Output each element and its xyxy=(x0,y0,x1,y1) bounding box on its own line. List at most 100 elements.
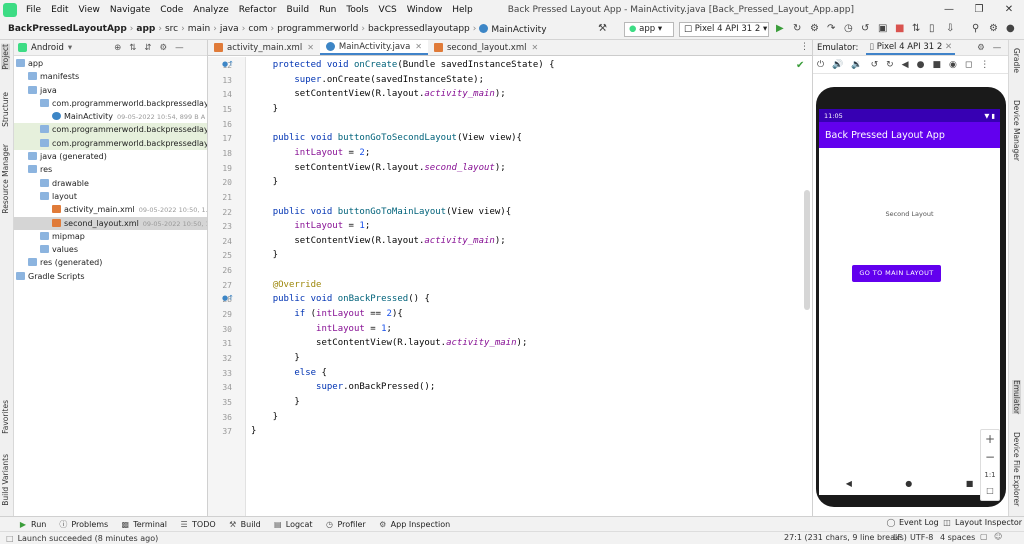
editor-scrollbar[interactable] xyxy=(804,190,810,310)
inspector-icon[interactable]: ☺ xyxy=(994,532,1002,541)
tab-structure[interactable]: Structure xyxy=(1,92,10,127)
tab-second-layout-xml[interactable]: second_layout.xml ✕ xyxy=(428,40,544,55)
tab-activity-main-xml[interactable]: activity_main.xml ✕ xyxy=(208,40,320,55)
breadcrumb-class[interactable]: MainActivity xyxy=(476,23,549,35)
sdk-manager-icon[interactable]: ⇩ xyxy=(946,23,954,34)
apply-changes-icon[interactable]: ↺ xyxy=(861,23,869,34)
overview-icon[interactable]: ■ xyxy=(966,479,974,488)
tree-item[interactable]: MainActivity09-05-2022 10:54, 899 B A mi… xyxy=(14,110,207,123)
device-dropdown[interactable]: □ Pixel 4 API 31 2 ▾ xyxy=(679,22,769,37)
tree-item[interactable]: java (generated) xyxy=(14,150,207,163)
zoom-out-icon[interactable]: − xyxy=(981,448,999,466)
fit-screen-icon[interactable]: □ xyxy=(981,484,999,498)
breadcrumb-com[interactable]: com xyxy=(245,24,270,34)
tab-favorites[interactable]: Favorites xyxy=(1,400,10,434)
zoom-in-icon[interactable]: + xyxy=(981,430,999,448)
tree-item[interactable]: second_layout.xml09-05-2022 10:50, 1.21 … xyxy=(14,216,207,230)
tree-item[interactable]: com.programmerworld.backpressedlayoutapp… xyxy=(14,123,207,137)
tool-layout-inspector[interactable]: ◫ Layout Inspector xyxy=(936,518,1024,527)
rotate-left-icon[interactable]: ↺ xyxy=(871,60,879,70)
close-icon[interactable]: ✕ xyxy=(994,0,1024,19)
more-icon[interactable]: ⋮ xyxy=(980,60,989,70)
more-icon[interactable]: ⋮ xyxy=(800,42,809,52)
snapshot-icon[interactable]: ◻ xyxy=(965,60,972,70)
indent-setting[interactable]: 4 spaces xyxy=(940,533,975,542)
collapse-icon[interactable]: ⇵ xyxy=(144,43,151,53)
menu-build[interactable]: Build xyxy=(282,5,315,15)
run-icon[interactable]: ▶ xyxy=(776,23,784,34)
volume-down-icon[interactable]: 🔉 xyxy=(851,60,862,70)
run-config-dropdown[interactable]: ● app ▾ xyxy=(624,22,674,37)
menu-tools[interactable]: Tools xyxy=(341,5,373,15)
avd-manager-icon[interactable]: ▯ xyxy=(929,23,935,34)
menu-help[interactable]: Help xyxy=(447,5,478,15)
phone-screen[interactable]: 11:05 ▼ ▮ Back Pressed Layout App Second… xyxy=(819,109,1000,495)
file-encoding[interactable]: UTF-8 xyxy=(910,533,933,542)
go-to-main-layout-button[interactable]: GO TO MAIN LAYOUT xyxy=(852,265,941,282)
tool-todo[interactable]: ☰ TODO xyxy=(173,520,222,529)
menu-refactor[interactable]: Refactor xyxy=(234,5,282,15)
breadcrumb-module[interactable]: app xyxy=(133,24,158,34)
close-icon[interactable]: ✕ xyxy=(945,42,952,52)
locate-icon[interactable]: ⊕ xyxy=(114,43,121,53)
tab-build-variants[interactable]: Build Variants xyxy=(1,454,10,506)
tool-problems[interactable]: ⓘ Problems xyxy=(52,519,114,530)
refresh-icon[interactable]: ↻ xyxy=(793,23,801,34)
close-icon[interactable]: ✕ xyxy=(531,43,538,52)
close-icon[interactable]: ✕ xyxy=(307,43,314,52)
camera-icon[interactable]: ◉ xyxy=(949,60,957,70)
tool-build[interactable]: ⚒ Build xyxy=(222,520,267,529)
gear-icon[interactable]: ⚙ xyxy=(977,43,985,53)
breadcrumb-java[interactable]: java xyxy=(217,24,242,34)
menu-edit[interactable]: Edit xyxy=(46,5,73,15)
profile-icon[interactable]: ◷ xyxy=(844,23,853,34)
breadcrumb-main[interactable]: main xyxy=(185,24,214,34)
settings-icon[interactable]: ⚙ xyxy=(989,23,998,34)
tree-item[interactable]: drawable xyxy=(14,177,207,190)
menu-run[interactable]: Run xyxy=(314,5,341,15)
code-editor[interactable]: protected void onCreate(Bundle savedInst… xyxy=(247,57,812,516)
tree-item[interactable]: com.programmerworld.backpressedlayoutapp xyxy=(14,97,207,110)
tree-item[interactable]: Gradle Scripts xyxy=(14,270,207,283)
back-icon[interactable]: ◀ xyxy=(846,479,852,488)
tree-item[interactable]: java xyxy=(14,84,207,97)
line-separator[interactable]: LF xyxy=(893,533,902,542)
tab-mainactivity-java[interactable]: MainActivity.java ✕ xyxy=(319,40,428,55)
tab-device-file-explorer[interactable]: Device File Explorer xyxy=(1012,432,1021,506)
minimize-icon[interactable]: — xyxy=(934,0,964,19)
tool-app-inspection[interactable]: ⚙ App Inspection xyxy=(372,520,457,529)
tab-project[interactable]: Project xyxy=(1,44,10,70)
menu-analyze[interactable]: Analyze xyxy=(188,5,233,15)
close-icon[interactable]: ✕ xyxy=(415,42,422,51)
expand-icon[interactable]: ⇅ xyxy=(129,43,136,53)
user-icon[interactable]: ● xyxy=(1006,23,1015,34)
home-icon[interactable]: ● xyxy=(905,479,912,488)
sync-icon[interactable]: ⇅ xyxy=(912,23,920,34)
power-icon[interactable]: ⏻ xyxy=(817,60,824,70)
tree-item[interactable]: com.programmerworld.backpressedlayoutapp… xyxy=(14,136,207,151)
tool-terminal[interactable]: ▩ Terminal xyxy=(114,520,173,529)
caret-position[interactable]: 27:1 (231 chars, 9 line breaks) xyxy=(784,533,907,542)
gear-icon[interactable]: ⚙ xyxy=(160,43,168,53)
menu-code[interactable]: Code xyxy=(155,5,188,15)
breadcrumb-package[interactable]: backpressedlayoutapp xyxy=(365,24,473,34)
rotate-right-icon[interactable]: ↻ xyxy=(886,60,894,70)
menu-view[interactable]: View xyxy=(74,5,105,15)
tree-item[interactable]: res (generated) xyxy=(14,256,207,269)
stop-icon[interactable]: ■ xyxy=(895,23,904,34)
overview-icon[interactable]: ■ xyxy=(932,60,941,70)
home-icon[interactable]: ● xyxy=(917,60,925,70)
override-marker-icon[interactable]: ●↑ xyxy=(222,60,234,68)
tab-gradle[interactable]: Gradle xyxy=(1012,48,1021,73)
tool-profiler[interactable]: ◷ Profiler xyxy=(319,520,372,529)
hide-icon[interactable]: — xyxy=(175,43,184,53)
coverage-icon[interactable]: ▣ xyxy=(878,23,887,34)
volume-up-icon[interactable]: 🔊 xyxy=(832,60,843,70)
tool-run[interactable]: ▶ Run xyxy=(0,520,52,529)
back-icon[interactable]: ◀ xyxy=(902,60,909,70)
tree-item[interactable]: layout xyxy=(14,190,207,203)
menu-navigate[interactable]: Navigate xyxy=(105,5,155,15)
breadcrumb-project[interactable]: BackPressedLayoutApp xyxy=(0,24,130,34)
tree-item[interactable]: activity_main.xml09-05-2022 10:50, 1.2 k… xyxy=(14,203,207,216)
tab-resource-manager[interactable]: Resource Manager xyxy=(1,144,10,214)
